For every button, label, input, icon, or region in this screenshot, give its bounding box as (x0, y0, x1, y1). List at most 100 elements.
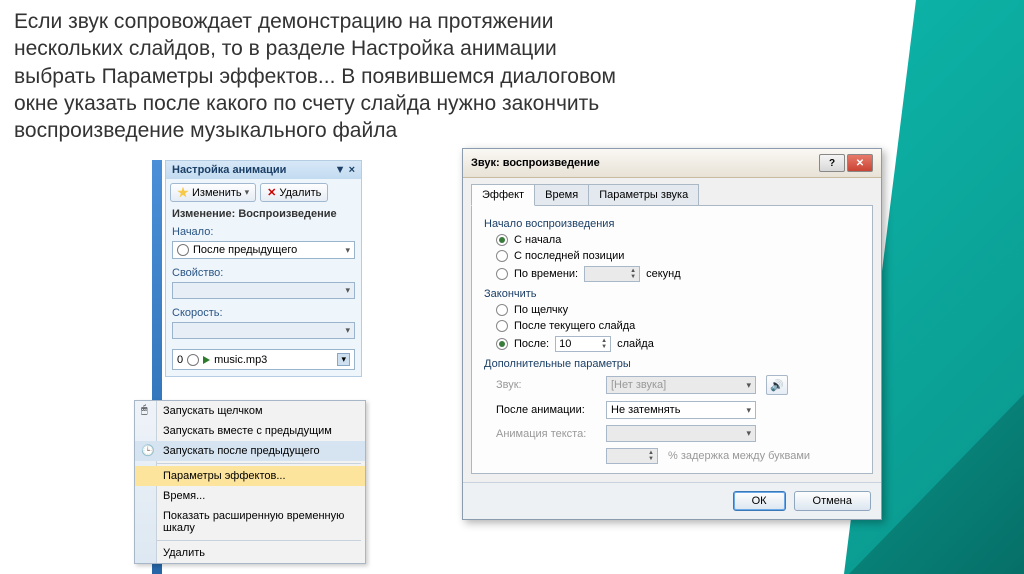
pane-title-bar: Настройка анимации ▼ × (166, 161, 361, 179)
tab-timing[interactable]: Время (534, 184, 589, 206)
menu-item-start-click[interactable]: 🖱 Запускать щелчком (135, 401, 365, 421)
menu-item-timing[interactable]: Время... (135, 486, 365, 506)
menu-label: Запускать вместе с предыдущим (163, 425, 332, 437)
radio-label: С начала (514, 234, 561, 246)
ok-button[interactable]: ОК (733, 491, 786, 511)
spinner-icon: ▲▼ (648, 450, 654, 462)
extra-params-label: Дополнительные параметры (484, 358, 860, 370)
menu-item-timeline[interactable]: Показать расширенную временную шкалу (135, 506, 365, 538)
after-slides-input[interactable]: 10 ▲▼ (555, 336, 611, 352)
change-section-label: Изменение: Воспроизведение (166, 206, 361, 222)
radio-current-slide[interactable]: После текущего слайда (484, 318, 860, 334)
text-anim-label: Анимация текста: (496, 428, 596, 440)
after-anim-value: Не затемнять (611, 404, 680, 416)
sound-value: [Нет звука] (611, 379, 666, 391)
dialog-tabs: Эффект Время Параметры звука (463, 178, 881, 206)
chevron-down-icon: ▾ (345, 325, 350, 336)
radio-label: По щелчку (514, 304, 568, 316)
start-select[interactable]: После предыдущего ▾ (172, 241, 355, 259)
after-anim-combo[interactable]: Не затемнять ▾ (606, 401, 756, 419)
menu-label: Показать расширенную временную шкалу (163, 510, 344, 534)
speed-select: ▾ (172, 322, 355, 339)
clock-icon (187, 354, 199, 366)
x-icon: ✕ (267, 186, 276, 199)
delete-label: Удалить (279, 187, 321, 199)
close-button[interactable]: ✕ (847, 154, 873, 172)
radio-after-n-slides[interactable]: После: 10 ▲▼ слайда (484, 334, 860, 354)
radio-last-pos[interactable]: С последней позиции (484, 248, 860, 264)
item-filename: music.mp3 (214, 354, 267, 366)
dialog-title-bar: Звук: воспроизведение ? ✕ (463, 149, 881, 178)
pane-toolbar: Изменить ▾ ✕ Удалить (166, 179, 361, 206)
chevron-down-icon: ▾ (345, 245, 350, 256)
menu-divider (139, 463, 361, 464)
menu-item-delete[interactable]: Удалить (135, 543, 365, 563)
menu-label: Параметры эффектов... (163, 470, 286, 482)
animation-list-item[interactable]: 0 music.mp3 ▾ (172, 349, 355, 370)
seconds-label: секунд (646, 268, 681, 280)
sound-label: Звук: (496, 379, 596, 391)
clock-icon: 🕒 (141, 444, 155, 458)
tab-effect-panel: Начало воспроизведения С начала С послед… (471, 205, 873, 474)
spinner-icon[interactable]: ▲▼ (601, 338, 607, 350)
item-index: 0 (177, 354, 183, 366)
end-playback-label: Закончить (484, 288, 860, 300)
menu-item-start-after[interactable]: 🕒 Запускать после предыдущего (135, 441, 365, 461)
tab-sound-params[interactable]: Параметры звука (588, 184, 699, 206)
radio-icon (496, 250, 508, 262)
cancel-button[interactable]: Отмена (794, 491, 871, 511)
start-value: После предыдущего (193, 244, 297, 256)
speaker-icon: 🔊 (770, 379, 784, 392)
help-button[interactable]: ? (819, 154, 845, 172)
star-icon (177, 187, 189, 199)
menu-label: Удалить (163, 547, 205, 559)
chevron-down-icon: ▾ (746, 428, 751, 439)
delete-button[interactable]: ✕ Удалить (260, 183, 328, 202)
context-menu: 🖱 Запускать щелчком Запускать вместе с п… (134, 400, 366, 564)
text-anim-combo: ▾ (606, 425, 756, 442)
radio-by-time[interactable]: По времени: ▲▼ секунд (484, 264, 860, 284)
radio-icon (496, 338, 508, 350)
sound-combo: [Нет звука] ▾ (606, 376, 756, 394)
menu-divider (139, 540, 361, 541)
start-label: Начало: (166, 222, 361, 239)
menu-item-start-with[interactable]: Запускать вместе с предыдущим (135, 421, 365, 441)
dialog-footer: ОК Отмена (463, 482, 881, 519)
time-input: ▲▼ (584, 266, 640, 282)
radio-from-begin[interactable]: С начала (484, 232, 860, 248)
sound-playback-dialog: Звук: воспроизведение ? ✕ Эффект Время П… (462, 148, 882, 520)
start-playback-label: Начало воспроизведения (484, 218, 860, 230)
after-anim-label: После анимации: (496, 404, 596, 416)
radio-label: По времени: (514, 268, 578, 280)
radio-icon (496, 304, 508, 316)
property-select: ▾ (172, 282, 355, 299)
radio-icon (496, 320, 508, 332)
menu-label: Время... (163, 490, 205, 502)
menu-label: Запускать после предыдущего (163, 445, 320, 457)
mouse-icon: 🖱 (141, 404, 155, 418)
radio-label: После: (514, 338, 549, 350)
delay-input: ▲▼ (606, 448, 658, 464)
radio-icon (496, 268, 508, 280)
animation-task-pane: Настройка анимации ▼ × Изменить ▾ ✕ Удал… (165, 160, 362, 377)
speaker-button[interactable]: 🔊 (766, 375, 788, 395)
radio-icon (496, 234, 508, 246)
speed-label: Скорость: (166, 303, 361, 320)
chevron-down-icon: ▾ (245, 187, 250, 198)
radio-on-click[interactable]: По щелчку (484, 302, 860, 318)
property-label: Свойство: (166, 263, 361, 280)
pane-title: Настройка анимации (172, 164, 286, 176)
chevron-down-icon[interactable]: ▼ × (335, 164, 355, 176)
menu-item-effect-options[interactable]: Параметры эффектов... (135, 466, 365, 486)
menu-label: Запускать щелчком (163, 405, 263, 417)
change-button[interactable]: Изменить ▾ (170, 183, 256, 202)
delay-label: % задержка между буквами (668, 450, 810, 462)
chevron-down-icon: ▾ (746, 380, 751, 391)
change-label: Изменить (192, 187, 242, 199)
body-text: Если звук сопровождает демонстрацию на п… (14, 8, 634, 144)
item-dropdown-icon[interactable]: ▾ (337, 353, 350, 366)
tab-effect[interactable]: Эффект (471, 184, 535, 206)
slide-word: слайда (617, 338, 654, 350)
radio-label: С последней позиции (514, 250, 624, 262)
chevron-down-icon: ▾ (345, 285, 350, 296)
